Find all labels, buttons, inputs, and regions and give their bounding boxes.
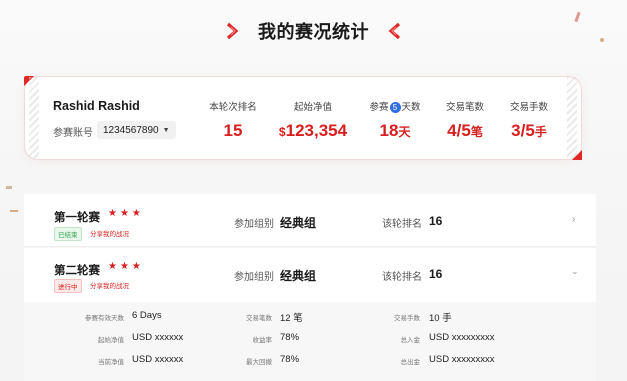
round-details: 参赛有效天数 6 Days 交易笔数 12 笔 交易手数 10 手 起始净值 U…: [24, 302, 596, 381]
account-value: 1234567890: [103, 124, 159, 136]
stat-round-rank: 本轮次排名 15: [203, 99, 263, 141]
status-badge: 进行中: [54, 279, 82, 293]
detail-value: 10 手: [429, 313, 452, 324]
stat-label: 起始净值: [293, 102, 332, 113]
stripe-decoration: [29, 77, 39, 159]
group-value: 经典组: [280, 216, 317, 230]
stat-label: 参赛 5 天数: [369, 101, 421, 113]
detail-label: 交易手数: [394, 315, 420, 322]
share-link[interactable]: 分享我的战况: [90, 228, 129, 238]
detail-value: 6 Days: [132, 310, 162, 321]
rank-label: 该轮排名: [382, 272, 422, 283]
rank-value: 16: [429, 214, 443, 228]
detail-value: USD xxxxxx: [132, 354, 184, 365]
page-title: 我的赛况统计: [258, 22, 369, 42]
star-rating: ★★★: [108, 261, 144, 272]
stat-label: 交易笔数: [445, 102, 484, 113]
detail-label: 总入金: [400, 337, 421, 344]
detail-label: 收益率: [252, 337, 273, 344]
stat-trade-count: 交易笔数 4/5笔: [435, 99, 495, 141]
status-badge: 已结束: [54, 227, 82, 241]
stat-value: 3/5手: [511, 121, 547, 140]
stat-value: 4/5笔: [447, 121, 483, 140]
detail-label: 总出金: [400, 359, 421, 366]
chevron-down-icon[interactable]: ⌄: [571, 266, 579, 277]
stat-competition-days: 参赛 5 天数 18天: [365, 99, 425, 141]
detail-label: 起始净值: [98, 337, 124, 344]
stat-starting-equity: 起始净值 $123,354: [271, 99, 355, 141]
round-name: 第二轮赛: [54, 265, 100, 277]
stat-value: 18天: [379, 121, 411, 140]
detail-value: 78%: [280, 354, 300, 365]
stat-label: 本轮次排名: [209, 102, 257, 113]
account-label: 参赛账号: [53, 128, 93, 139]
detail-label: 当前净值: [98, 359, 124, 366]
chevron-left-icon: [383, 20, 405, 42]
page-header: 我的赛况统计: [0, 16, 627, 46]
stat-value: 15: [223, 121, 243, 140]
detail-value: 78%: [280, 332, 300, 343]
sparkle-decoration: [6, 186, 12, 189]
stripe-decoration: [567, 77, 577, 159]
group-label: 参加组别: [234, 272, 274, 283]
star-rating: ★★★: [108, 208, 144, 219]
chevron-right-icon[interactable]: ›: [572, 214, 575, 225]
account-select[interactable]: 1234567890 ▼: [97, 121, 176, 139]
group-label: 参加组别: [234, 219, 274, 230]
detail-value: USD xxxxxxxxx: [429, 354, 495, 365]
rank-label: 该轮排名: [382, 219, 422, 230]
stat-lot-count: 交易手数 3/5手: [499, 99, 559, 141]
sparkle-decoration: [10, 210, 18, 212]
group-value: 经典组: [280, 269, 317, 283]
detail-label: 交易笔数: [246, 315, 272, 322]
stat-label: 交易手数: [509, 102, 548, 113]
summary-card: Rashid Rashid 参赛账号 1234567890 ▼ 本轮次排名 15…: [24, 76, 582, 160]
share-link[interactable]: 分享我的战况: [90, 280, 129, 290]
caret-down-icon: ▼: [162, 126, 170, 134]
chevron-right-icon: [222, 20, 244, 42]
rank-value: 16: [429, 267, 443, 281]
detail-label: 最大回撤: [246, 359, 272, 366]
detail-value: USD xxxxxx: [132, 332, 184, 343]
round-row[interactable]: 第二轮赛 ★★★ 进行中 分享我的战况 参加组别 经典组 该轮排名 16 ⌄: [24, 248, 596, 302]
round-name: 第一轮赛: [54, 212, 100, 224]
user-name: Rashid Rashid: [53, 99, 140, 113]
detail-value: USD xxxxxxxxx: [429, 332, 495, 343]
currency-symbol: $: [278, 125, 286, 139]
notification-badge: 5: [389, 101, 401, 113]
stat-value: $123,354: [278, 121, 348, 140]
round-row[interactable]: 第一轮赛 ★★★ 已结束 分享我的战况 参加组别 经典组 该轮排名 16 ›: [24, 194, 596, 247]
detail-label: 参赛有效天数: [85, 315, 124, 322]
detail-value: 12 笔: [280, 313, 303, 324]
